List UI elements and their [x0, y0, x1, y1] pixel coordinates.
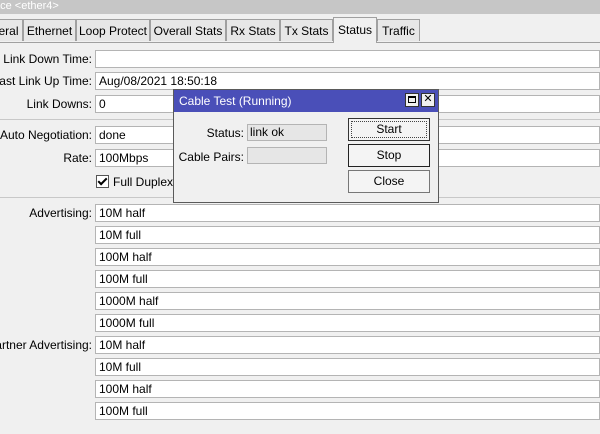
tab-bar: eral Ethernet Loop Protect Overall Stats… [0, 17, 600, 43]
window-title: ace <ether4> [0, 0, 59, 12]
tab-rx-stats[interactable]: Rx Stats [226, 19, 280, 41]
checkbox-checked-icon [96, 175, 109, 188]
advertising-label: Advertising: [29, 206, 92, 220]
last-link-up-time-label: Last Link Up Time: [0, 74, 92, 88]
stop-button[interactable]: Stop [348, 144, 430, 167]
tab-overall-stats[interactable]: Overall Stats [150, 19, 226, 41]
full-duplex-checkbox[interactable]: Full Duplex [96, 175, 173, 189]
window-title-bar: ace <ether4> [0, 0, 600, 14]
partner-advertising-item: 10M half [95, 336, 600, 354]
last-link-down-time-label: st Link Down Time: [0, 52, 92, 66]
tab-tx-stats[interactable]: Tx Stats [280, 19, 333, 41]
partner-advertising-item: 10M full [95, 358, 600, 376]
last-link-up-time-field: Aug/08/2021 18:50:18 [95, 72, 600, 90]
status-field: link ok [247, 124, 327, 141]
dialog-title: Cable Test (Running) [179, 94, 292, 108]
last-link-down-time-field [95, 50, 600, 68]
auto-negotiation-label: Auto Negotiation: [0, 128, 92, 142]
close-icon[interactable]: ✕ [421, 93, 435, 107]
rate-label: Rate: [63, 151, 92, 165]
advertising-item: 100M full [95, 270, 600, 288]
cable-test-dialog: Cable Test (Running) ✕ Status: link ok C… [173, 89, 439, 203]
partner-advertising-label: Partner Advertising: [0, 338, 92, 352]
full-duplex-label: Full Duplex [113, 175, 174, 189]
advertising-item: 100M half [95, 248, 600, 266]
dialog-title-bar[interactable]: Cable Test (Running) [174, 90, 438, 112]
maximize-icon[interactable] [405, 93, 419, 107]
status-label: Status: [206, 126, 244, 140]
cable-pairs-field [247, 147, 327, 164]
advertising-item: 1000M full [95, 314, 600, 332]
cable-pairs-label: Cable Pairs: [178, 150, 244, 164]
link-downs-label: Link Downs: [26, 97, 92, 111]
advertising-item: 10M full [95, 226, 600, 244]
tab-general[interactable]: eral [0, 19, 23, 41]
tab-traffic[interactable]: Traffic [377, 19, 420, 41]
advertising-item: 1000M half [95, 292, 600, 310]
advertising-item: 10M half [95, 204, 600, 222]
start-button[interactable]: Start [348, 118, 430, 141]
tab-loop-protect[interactable]: Loop Protect [76, 19, 150, 41]
partner-advertising-item: 100M half [95, 380, 600, 398]
tab-status[interactable]: Status [333, 17, 377, 43]
partner-advertising-item: 100M full [95, 402, 600, 420]
tab-ethernet[interactable]: Ethernet [23, 19, 76, 41]
close-button[interactable]: Close [348, 170, 430, 193]
